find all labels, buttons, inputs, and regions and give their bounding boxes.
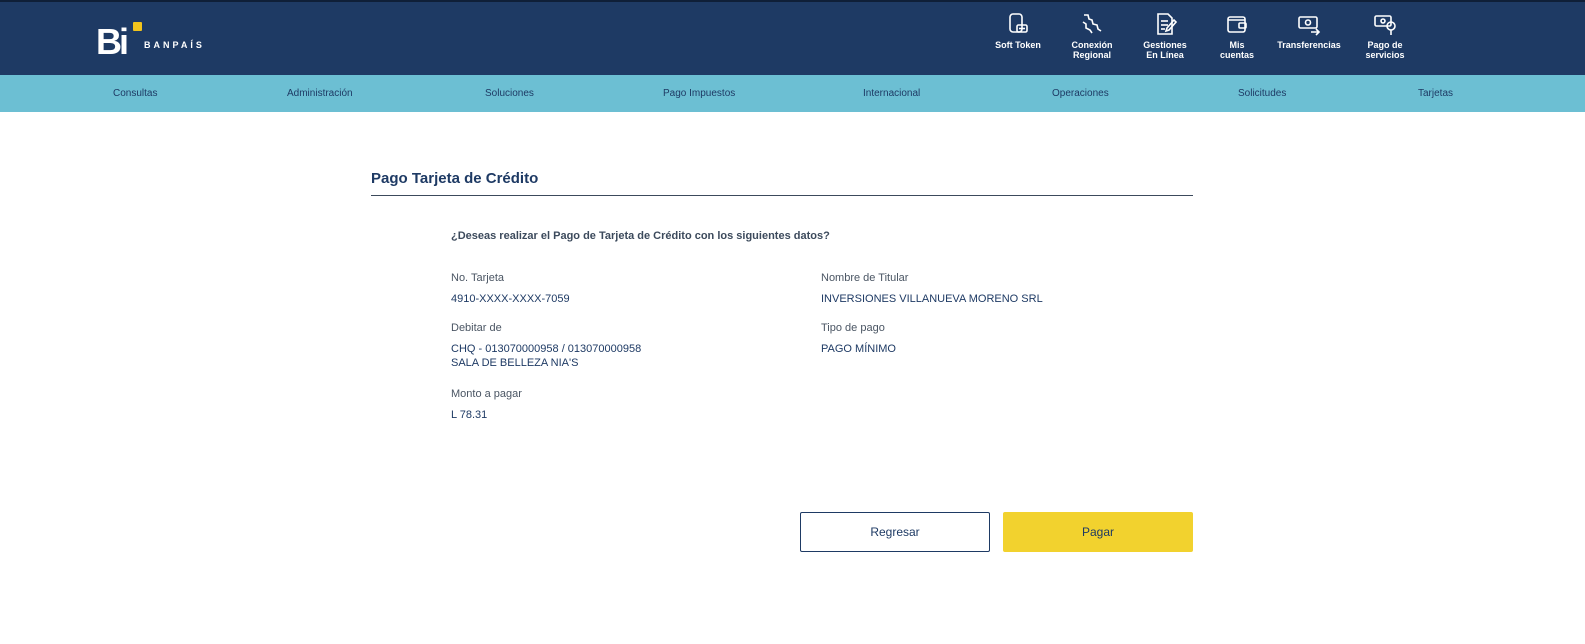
regional-connection-icon: [1082, 14, 1102, 34]
logo-wordmark: BANPAÍS: [144, 40, 205, 50]
nav-item-operaciones[interactable]: Operaciones: [1052, 75, 1109, 112]
logo-letters: Bi: [96, 21, 129, 62]
regional-connection-button[interactable]: Conexión Regional: [1061, 12, 1123, 68]
transfer-icon: [1298, 16, 1321, 36]
holder-name-field: Nombre de Titular INVERSIONES VILLANUEVA…: [821, 271, 1151, 306]
nav-item-internacional[interactable]: Internacional: [863, 75, 920, 112]
nav-item-solicitudes[interactable]: Solicitudes: [1238, 75, 1286, 112]
soft-token-label: Soft Token: [995, 40, 1041, 50]
soft-token-button[interactable]: Soft Token: [985, 12, 1051, 68]
debit-account-value: CHQ - 013070000958 / 013070000958 SALA D…: [451, 342, 781, 370]
amount-label: Monto a pagar: [451, 388, 522, 400]
page-title: Pago Tarjeta de Crédito: [371, 168, 1193, 196]
service-payment-button[interactable]: Pago de servicios: [1353, 12, 1417, 68]
nav-item-soluciones[interactable]: Soluciones: [485, 75, 534, 112]
banpais-logo[interactable]: Bi BANPAÍS: [96, 22, 205, 62]
top-actions: Soft Token Conexión Regional Gestiones E…: [985, 12, 1419, 68]
debit-account-label: Debitar de: [451, 322, 502, 334]
card-number-value: 4910-XXXX-XXXX-7059: [451, 293, 570, 305]
transfers-button[interactable]: Transferencias: [1271, 12, 1347, 68]
online-forms-label: Gestiones En Línea: [1143, 40, 1187, 60]
main-nav: Consultas Administración Soluciones Pago…: [0, 75, 1585, 112]
my-accounts-button[interactable]: Mis cuentas: [1207, 12, 1267, 68]
card-number-field: No. Tarjeta 4910-XXXX-XXXX-7059: [451, 271, 781, 306]
payment-type-label: Tipo de pago: [821, 322, 885, 334]
soft-token-icon: [1009, 13, 1028, 33]
payment-confirmation: Pago Tarjeta de Crédito ¿Deseas realizar…: [371, 168, 1193, 552]
logo-mark: Bi: [96, 21, 142, 62]
service-payment-label: Pago de servicios: [1365, 40, 1405, 60]
regional-connection-label: Conexión Regional: [1071, 40, 1113, 60]
service-payment-icon: [1374, 15, 1396, 35]
back-button[interactable]: Regresar: [800, 512, 990, 552]
online-forms-button[interactable]: Gestiones En Línea: [1133, 12, 1197, 68]
payment-type-field: Tipo de pago PAGO MÍNIMO: [821, 321, 1151, 356]
nav-item-consultas[interactable]: Consultas: [113, 75, 157, 112]
amount-field: Monto a pagar L 78.31: [451, 387, 781, 422]
top-header: Bi BANPAÍS Soft Token Conexión Regional: [0, 0, 1585, 75]
pay-button[interactable]: Pagar: [1003, 512, 1193, 552]
nav-item-administracion[interactable]: Administración: [287, 75, 353, 112]
holder-name-label: Nombre de Titular: [821, 272, 909, 284]
payment-type-value: PAGO MÍNIMO: [821, 343, 896, 355]
amount-value: L 78.31: [451, 409, 488, 421]
confirmation-question: ¿Deseas realizar el Pago de Tarjeta de C…: [451, 230, 830, 242]
logo-accent-square: [133, 22, 142, 31]
card-number-label: No. Tarjeta: [451, 272, 504, 284]
nav-item-tarjetas[interactable]: Tarjetas: [1418, 75, 1453, 112]
my-accounts-label: Mis cuentas: [1219, 40, 1254, 60]
holder-name-value: INVERSIONES VILLANUEVA MORENO SRL: [821, 293, 1043, 305]
online-forms-icon: [1157, 13, 1177, 35]
nav-item-pago-impuestos[interactable]: Pago Impuestos: [663, 75, 735, 112]
transfers-label: Transferencias: [1277, 40, 1341, 50]
debit-account-number: CHQ - 013070000958 / 013070000958: [451, 343, 642, 355]
debit-account-field: Debitar de CHQ - 013070000958 / 01307000…: [451, 321, 781, 370]
wallet-icon: [1227, 16, 1247, 33]
debit-account-name: SALA DE BELLEZA NIA'S: [451, 357, 579, 369]
